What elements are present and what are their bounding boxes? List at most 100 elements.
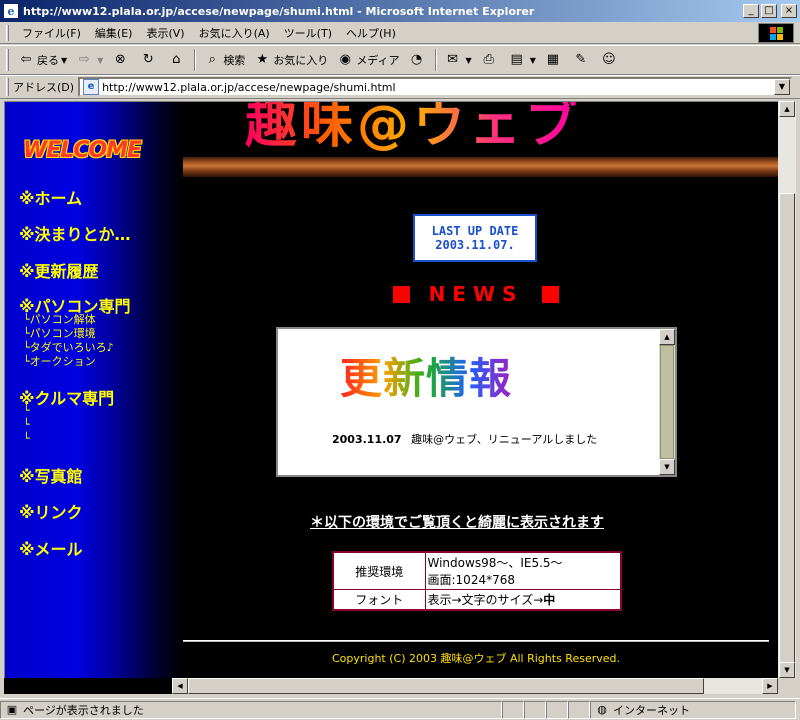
chevron-down-icon[interactable]: ▼ [61, 56, 67, 65]
status-bar: ▣ ページが表示されました ◍ インターネット [0, 698, 800, 720]
recommended-value-line1: Windows98～、IE5.5～ [427, 556, 563, 570]
page-horizontal-scrollbar[interactable]: ◀ ▶ [172, 678, 778, 694]
print-button[interactable]: ⎙ [476, 48, 504, 72]
back-label: 戻る [37, 54, 59, 67]
mail-icon: ✉ [447, 52, 458, 67]
address-url[interactable]: http://www12.plala.or.jp/accese/newpage/… [102, 81, 395, 94]
nav-rules-link[interactable]: ※決まりとか… [19, 221, 131, 245]
history-button[interactable]: ◔ [404, 48, 432, 72]
scroll-down-arrow-icon[interactable]: ▼ [659, 459, 675, 475]
forward-button[interactable]: ⇨ ▼ [71, 48, 107, 72]
status-message-cell: ▣ ページが表示されました [0, 700, 502, 719]
red-square-icon [542, 285, 559, 303]
address-input[interactable]: e http://www12.plala.or.jp/accese/newpag… [78, 77, 792, 97]
scroll-left-arrow-icon[interactable]: ◀ [172, 678, 188, 694]
nav-link-link[interactable]: ※リンク [19, 499, 83, 523]
nav-car-sub[interactable]: └ [23, 432, 30, 446]
site-title-banner: 趣味@ウェブ [245, 102, 581, 157]
favorites-icon: ★ [256, 52, 269, 67]
footer-divider [183, 640, 769, 642]
stop-icon: ⊗ [114, 52, 126, 67]
toolbar-separator [194, 49, 197, 71]
scroll-right-arrow-icon[interactable]: ▶ [762, 678, 778, 694]
stop-button[interactable]: ⊗ [107, 48, 135, 72]
refresh-button[interactable]: ↻ [135, 48, 163, 72]
chevron-down-icon[interactable]: ▼ [466, 56, 472, 65]
media-icon: ◉ [339, 52, 351, 67]
research-button[interactable]: ✎ [568, 48, 596, 72]
toolbar-grip[interactable] [6, 24, 9, 41]
status-message: ページが表示されました [23, 703, 144, 717]
menu-help[interactable]: ヘルプ(H) [339, 25, 403, 41]
scroll-down-arrow-icon[interactable]: ▼ [779, 662, 795, 678]
font-value: 表示→文字のサイズ→中 [424, 589, 622, 611]
discuss-button[interactable]: ▦ [540, 48, 568, 72]
messenger-button[interactable]: ☺ [596, 48, 624, 72]
status-zone-cell: ◍ インターネット [590, 700, 796, 719]
environment-table: 推奨環境 Windows98～、IE5.5～ 画面:1024*768 フォント … [332, 551, 622, 611]
nav-pc-sub-auction[interactable]: └オークション [23, 355, 96, 369]
favorites-label: お気に入り [273, 54, 329, 67]
back-arrow-icon: ⇦ [20, 52, 32, 67]
menu-file[interactable]: ファイル(F) [15, 25, 88, 41]
status-zone: インターネット [613, 703, 690, 717]
status-cell [502, 700, 524, 719]
recommended-value: Windows98～、IE5.5～ 画面:1024*768 [424, 551, 622, 590]
windows-logo-icon [758, 23, 794, 43]
toolbar-separator [434, 49, 437, 71]
horizontal-scroll-thumb[interactable] [188, 678, 704, 694]
red-square-icon [393, 285, 410, 303]
nav-pc-sub-free[interactable]: └タダでいろいろ♪ [23, 341, 114, 355]
scroll-up-arrow-icon[interactable]: ▲ [779, 101, 795, 117]
update-info-heading: 更新情報 [340, 345, 512, 406]
vertical-scroll-thumb[interactable] [779, 193, 795, 665]
toolbar-grip[interactable] [6, 49, 9, 71]
favorites-button[interactable]: ★ お気に入り [249, 48, 332, 72]
maximize-button[interactable]: □ [761, 4, 777, 18]
chevron-down-icon[interactable]: ▼ [530, 56, 536, 65]
news-entry-date: 2003.11.07 [332, 433, 402, 446]
home-button[interactable]: ⌂ [163, 48, 191, 72]
media-label: メディア [356, 54, 400, 67]
menu-bar: ファイル(F) 編集(E) 表示(V) お気に入り(A) ツール(T) ヘルプ(… [0, 22, 800, 44]
nav-home-link[interactable]: ※ホーム [19, 185, 82, 209]
back-button[interactable]: ⇦ 戻る ▼ [13, 48, 71, 72]
font-value-bold: 中 [543, 593, 556, 607]
address-bar: アドレス(D) e http://www12.plala.or.jp/acces… [0, 75, 800, 99]
toolbar-grip[interactable] [6, 78, 9, 96]
menu-favorites[interactable]: お気に入り(A) [192, 25, 277, 41]
nav-history-link[interactable]: ※更新履歴 [19, 258, 99, 282]
nav-pc-sub-teardown[interactable]: └パソコン解体 [23, 313, 96, 327]
menu-view[interactable]: 表示(V) [139, 25, 191, 41]
environment-note: ＊以下の環境でご覧頂くと綺麗に表示されます [310, 515, 604, 531]
minimize-button[interactable]: _ [743, 4, 759, 18]
scroll-up-arrow-icon[interactable]: ▲ [659, 329, 675, 345]
news-scroll-thumb[interactable] [660, 345, 674, 459]
nav-mail-link[interactable]: ※メール [19, 536, 83, 560]
edit-button[interactable]: ▤ ▼ [504, 48, 540, 72]
menu-edit[interactable]: 編集(E) [88, 25, 140, 41]
nav-car-sub[interactable]: └ [23, 418, 30, 432]
left-nav: WELCOME ※ホーム ※決まりとか… ※更新履歴 ※パソコン専門 └パソコン… [5, 102, 183, 678]
nav-photo-link[interactable]: ※写真館 [19, 463, 83, 487]
last-update-date: 2003.11.07. [435, 238, 515, 252]
news-entry-text: 趣味@ウェブ、リニューアルしました [411, 433, 598, 446]
news-scrollbar[interactable]: ▲ ▼ [659, 329, 675, 475]
media-button[interactable]: ◉ メディア [332, 48, 403, 72]
status-cell [524, 700, 546, 719]
chevron-down-icon[interactable]: ▼ [97, 56, 103, 65]
nav-car-link[interactable]: ※クルマ専門 [19, 385, 114, 409]
nav-car-sub[interactable]: └ [23, 404, 30, 418]
mail-button[interactable]: ✉ ▼ [440, 48, 476, 72]
news-heading-text: NEWS [428, 282, 524, 306]
search-button[interactable]: ⌕ 検索 [199, 48, 249, 72]
font-value-text: 表示→文字のサイズ→ [427, 593, 544, 607]
chevron-down-icon[interactable]: ▼ [774, 79, 790, 95]
nav-pc-sub-environment[interactable]: └パソコン環境 [23, 327, 96, 341]
menu-tools[interactable]: ツール(T) [277, 25, 339, 41]
close-button[interactable]: × [781, 4, 797, 18]
page-vertical-scrollbar[interactable]: ▲ ▼ [778, 101, 796, 678]
window-titlebar[interactable]: e http://www12.plala.or.jp/accese/newpag… [0, 0, 800, 22]
last-update-box: LAST UP DATE 2003.11.07. [413, 214, 537, 262]
ie-icon: e [3, 3, 19, 19]
